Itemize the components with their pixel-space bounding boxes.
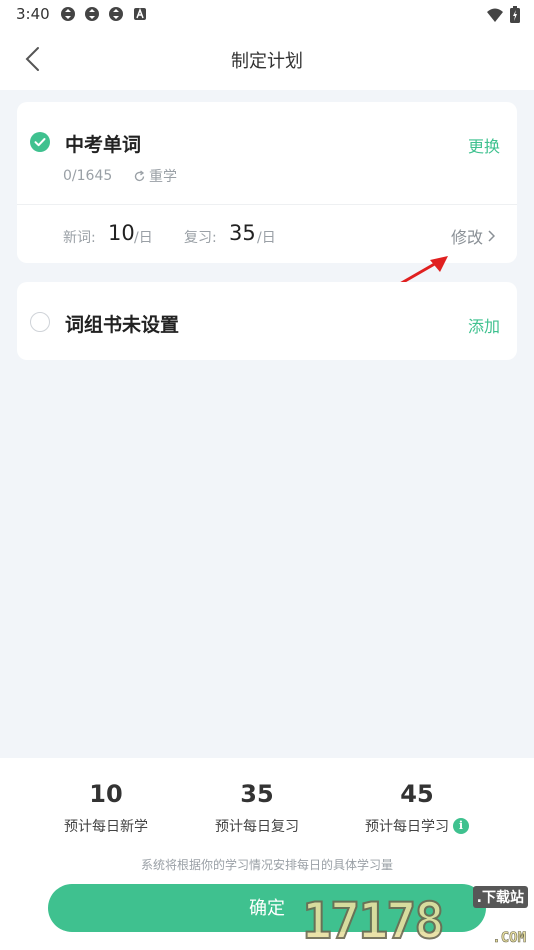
status-bar: 3:40 <box>0 0 534 28</box>
change-book-button[interactable]: 更换 <box>468 133 500 157</box>
sync-icon <box>60 7 75 21</box>
chevron-right-icon <box>488 230 495 242</box>
summary-label: 预计每日新学 <box>64 819 148 835</box>
phrase-book-card: 词组书未设置 添加 <box>17 282 517 360</box>
summary-item: 35 预计每日复习 <box>177 780 337 836</box>
summary-note: 系统将根据你的学习情况安排每日的具体学习量 <box>140 858 393 872</box>
modify-button[interactable]: 修改 <box>451 224 495 248</box>
restudy-button[interactable]: 重学 <box>133 166 177 186</box>
new-words-value: 10 <box>108 221 135 245</box>
text-a-icon <box>133 7 146 20</box>
review-value: 35 <box>229 221 256 245</box>
refresh-icon <box>134 169 145 181</box>
summary-value: 10 <box>89 780 123 808</box>
sync-icon <box>84 7 99 21</box>
progress-text: 0/1645 <box>63 168 113 184</box>
wifi-icon <box>487 8 503 22</box>
restudy-label: 重学 <box>149 169 177 185</box>
review-unit: /日 <box>257 230 276 246</box>
review-label: 复习: <box>184 230 217 246</box>
watermark-logo: 17178 .下载站 .COM <box>301 880 532 950</box>
checkmark-circle-icon[interactable] <box>30 132 50 152</box>
summary-label: 预计每日复习 <box>215 819 299 835</box>
summary-item: 10 预计每日新学 <box>26 780 186 836</box>
watermark-tag: .下载站 <box>472 886 528 908</box>
page-title: 制定计划 <box>231 51 303 72</box>
app-header: 制定计划 <box>0 28 534 90</box>
new-words-unit: /日 <box>134 230 153 246</box>
book-title: 中考单词 <box>65 134 142 156</box>
new-words-label: 新词: <box>63 230 96 246</box>
watermark-domain: .COM <box>492 930 526 947</box>
battery-icon <box>510 6 520 23</box>
summary-value: 35 <box>240 780 274 808</box>
modify-label: 修改 <box>450 228 483 247</box>
sync-icon <box>108 7 123 21</box>
add-book-button[interactable]: 添加 <box>468 313 500 337</box>
summary-value: 45 <box>400 780 434 808</box>
word-book-card: 中考单词 更换 0/1645 重学 新词: 10 /日 复习: 35 /日 修改 <box>17 102 517 263</box>
book-title: 词组书未设置 <box>65 314 180 336</box>
status-time: 3:40 <box>16 5 50 23</box>
summary-item: 45 预计每日学习 i <box>337 780 497 836</box>
info-icon[interactable]: i <box>453 818 469 834</box>
empty-circle-icon[interactable] <box>30 312 50 332</box>
watermark-number: 17178 <box>301 891 446 950</box>
summary-label: 预计每日学习 <box>365 819 449 835</box>
divider <box>17 204 517 205</box>
